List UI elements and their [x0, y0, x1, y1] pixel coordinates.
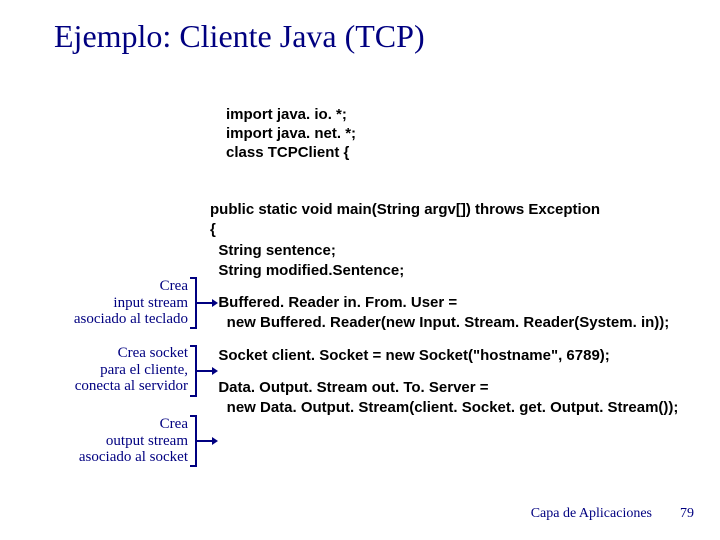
annotation-socket: Crea socket para el cliente, conecta al … [14, 345, 188, 395]
code-line: new Buffered. Reader(new Input. Stream. … [210, 313, 678, 333]
bracket-arrow-icon [188, 344, 218, 400]
annot-line: Crea [14, 278, 188, 295]
code-line: String modified.Sentence; [210, 261, 678, 281]
code-line: new Data. Output. Stream(client. Socket.… [210, 398, 678, 418]
annot-line: asociado al teclado [14, 311, 188, 328]
annot-line: asociado al socket [14, 449, 188, 466]
bracket-arrow-icon [188, 276, 218, 332]
code-blank [210, 281, 678, 293]
code-line: public static void main(String argv[]) t… [210, 200, 678, 220]
footer-label: Capa de Aplicaciones [531, 506, 652, 522]
page-title: Ejemplo: Cliente Java (TCP) [54, 18, 425, 55]
annot-line: output stream [14, 433, 188, 450]
code-blank [210, 366, 678, 378]
annot-line: input stream [14, 295, 188, 312]
bracket-arrow-icon [188, 414, 218, 470]
annot-line: conecta al servidor [14, 378, 188, 395]
code-body: public static void main(String argv[]) t… [210, 200, 678, 418]
code-line: Buffered. Reader in. From. User = [210, 293, 678, 313]
code-line: Socket client. Socket = new Socket("host… [210, 346, 678, 366]
annot-line: Crea [14, 416, 188, 433]
annotation-output-stream: Crea output stream asociado al socket [14, 416, 188, 466]
page-number: 79 [680, 506, 694, 522]
annot-line: Crea socket [14, 345, 188, 362]
annot-line: para el cliente, [14, 362, 188, 379]
code-line: { [210, 220, 678, 240]
code-line: import java. net. *; [226, 125, 356, 144]
code-blank [210, 334, 678, 346]
code-line: Data. Output. Stream out. To. Server = [210, 378, 678, 398]
code-preamble: import java. io. *; import java. net. *;… [226, 106, 356, 162]
annotation-input-stream: Crea input stream asociado al teclado [14, 278, 188, 328]
code-line: class TCPClient { [226, 144, 356, 163]
code-line: import java. io. *; [226, 106, 356, 125]
slide: Ejemplo: Cliente Java (TCP) import java.… [0, 0, 720, 540]
code-line: String sentence; [210, 241, 678, 261]
